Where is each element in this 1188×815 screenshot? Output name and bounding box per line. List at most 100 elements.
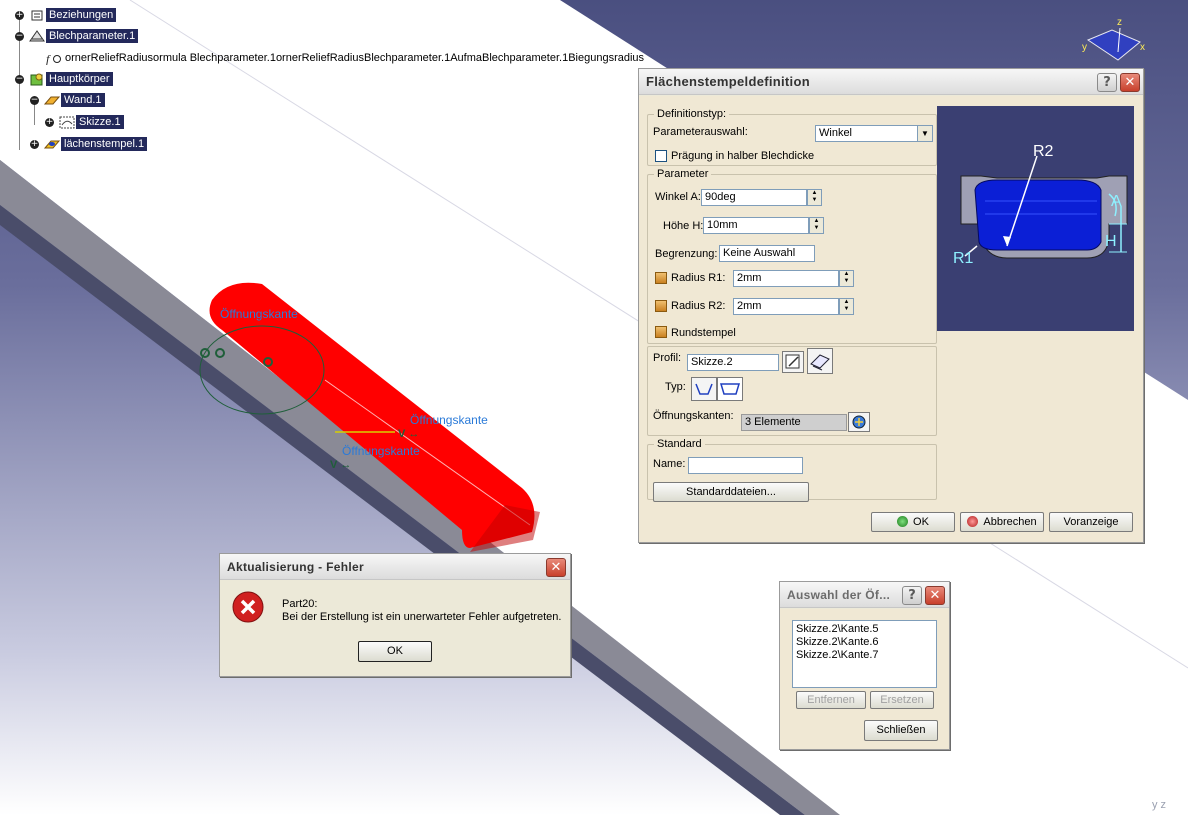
profile-input[interactable]: Skizze.2	[687, 354, 779, 371]
angle-label: Winkel A:	[655, 191, 701, 203]
edge-selection-dialog[interactable]: Auswahl der Öf... ? ✕ Skizze.2\Kante.5 S…	[779, 581, 950, 750]
type-closed-stamp-icon[interactable]	[717, 377, 743, 401]
tree-label[interactable]: Beziehungen	[46, 8, 117, 22]
open-edges-input[interactable]: 3 Elemente	[741, 414, 847, 431]
preview-label-h: H	[1105, 233, 1117, 250]
svg-text:x: x	[1140, 42, 1145, 53]
dialog-title[interactable]: Flächenstempeldefinition	[639, 69, 1143, 95]
r2-label: Radius R2:	[671, 300, 726, 312]
group-title: Parameter	[657, 168, 709, 180]
tree-item-formula[interactable]: f ornerReliefRadiusormula Blechparameter…	[45, 50, 647, 66]
expand-icon[interactable]: +	[30, 139, 39, 149]
sketch-icon	[59, 115, 75, 129]
angle-stepper[interactable]: ▲ ▼	[807, 189, 822, 206]
tree-label[interactable]: Blechparameter.1	[46, 29, 139, 43]
tree-item-sheetmetal-params[interactable]: − Blechparameter.1	[15, 28, 139, 44]
r1-input[interactable]: 2mm	[733, 270, 839, 287]
r2-checkbox[interactable]	[655, 300, 667, 312]
cancel-button[interactable]: Abbrechen	[960, 512, 1044, 532]
half-thickness-label: Prägung in halber Blechdicke	[671, 150, 815, 162]
r2-input[interactable]: 2mm	[733, 298, 839, 315]
list-item[interactable]: Skizze.2\Kante.7	[796, 649, 933, 662]
preview-button[interactable]: Voranzeige	[1049, 512, 1133, 532]
dialog-title[interactable]: Auswahl der Öf...	[780, 582, 949, 608]
height-stepper[interactable]: ▲ ▼	[809, 217, 824, 234]
collapse-icon[interactable]: −	[30, 95, 39, 105]
tree-item-partbody[interactable]: − Hauptkörper	[15, 71, 113, 87]
tree-label[interactable]: Skizze.1	[76, 115, 124, 129]
open-edges-label: Öffnungskanten:	[653, 410, 734, 422]
list-item[interactable]: Skizze.2\Kante.6	[796, 636, 933, 649]
chevron-down-icon[interactable]: ▼	[917, 125, 933, 142]
compass-icon[interactable]: z y x	[1082, 17, 1145, 61]
collapse-icon[interactable]: −	[15, 31, 24, 41]
param-select[interactable]: Winkel	[815, 125, 919, 142]
expand-icon[interactable]: +	[45, 117, 54, 127]
group-title: Standard	[657, 438, 702, 450]
tree-label[interactable]: Wand.1	[61, 93, 105, 107]
svg-text:f: f	[46, 52, 51, 65]
height-label: Höhe H:	[663, 220, 704, 232]
preview-label-a: A	[1111, 193, 1122, 210]
stamp-definition-dialog[interactable]: Flächenstempeldefinition ? ✕ Definitions…	[638, 68, 1144, 543]
dialog-body: Part20: Bei der Erstellung ist ein unerw…	[220, 581, 570, 676]
dialog-body: Definitionstyp: Parameterauswahl: Winkel…	[639, 96, 1143, 542]
close-button[interactable]: ✕	[925, 586, 945, 605]
round-stamp-checkbox[interactable]	[655, 326, 667, 338]
dialog-title[interactable]: Aktualisierung - Fehler	[220, 554, 570, 580]
list-item[interactable]: Skizze.2\Kante.5	[796, 623, 933, 636]
limit-label: Begrenzung:	[655, 248, 718, 260]
tree-label[interactable]: Hauptkörper	[46, 72, 113, 86]
tree-label[interactable]: ornerReliefRadiusormula Blechparameter.1…	[62, 51, 647, 65]
half-thickness-checkbox[interactable]	[655, 150, 667, 162]
ok-button[interactable]: OK	[871, 512, 955, 532]
annotation-opening-edge-3: Öffnungskante	[342, 444, 420, 458]
edit-sketch-icon[interactable]	[782, 351, 804, 373]
r2-stepper[interactable]: ▲ ▼	[839, 298, 854, 315]
type-open-stamp-icon[interactable]	[691, 377, 717, 401]
edge-selection-icon[interactable]	[848, 412, 870, 432]
tree-item-surface-stamp[interactable]: + lächenstempel.1	[30, 136, 148, 152]
round-stamp-label: Rundstempel	[671, 327, 736, 339]
remove-button[interactable]: Entfernen	[796, 691, 866, 709]
group-title: Definitionstyp:	[657, 108, 727, 120]
type-label: Typ:	[665, 381, 686, 393]
dialog-body: Skizze.2\Kante.5 Skizze.2\Kante.6 Skizze…	[780, 609, 949, 749]
cancel-icon	[967, 516, 979, 527]
angle-input[interactable]: 90deg	[701, 189, 807, 206]
close-dialog-button[interactable]: Schließen	[864, 720, 938, 741]
sheetmetal-params-icon	[29, 29, 45, 43]
help-button[interactable]: ?	[1097, 73, 1117, 92]
tree-item-sketch[interactable]: + Skizze.1	[45, 114, 124, 130]
edge-list[interactable]: Skizze.2\Kante.5 Skizze.2\Kante.6 Skizze…	[792, 620, 937, 688]
r1-checkbox[interactable]	[655, 272, 667, 284]
tree-item-relations[interactable]: + Beziehungen	[15, 7, 117, 23]
error-message: Bei der Erstellung ist ein unerwarteter …	[282, 611, 562, 623]
close-button[interactable]: ✕	[546, 558, 566, 577]
collapse-icon[interactable]: −	[15, 74, 24, 84]
expand-icon[interactable]: +	[15, 10, 24, 20]
close-button[interactable]: ✕	[1120, 73, 1140, 92]
tree-label[interactable]: lächenstempel.1	[61, 137, 148, 151]
r1-label: Radius R1:	[671, 272, 726, 284]
annotation-opening-edge-2: Öffnungskante	[410, 413, 488, 427]
preview-label-r2: R2	[1033, 143, 1054, 160]
sketcher-icon[interactable]	[807, 348, 833, 374]
error-source: Part20:	[282, 598, 318, 610]
name-input[interactable]	[688, 457, 803, 474]
preview-label-r1: R1	[953, 250, 974, 267]
ok-button[interactable]: OK	[358, 641, 432, 662]
limit-input[interactable]: Keine Auswahl	[719, 245, 815, 262]
annotation-opening-edge-1: Öffnungskante	[220, 307, 298, 321]
error-dialog[interactable]: Aktualisierung - Fehler ✕ Part20: Bei de…	[219, 553, 571, 677]
tree-item-wall[interactable]: − Wand.1	[30, 92, 105, 108]
replace-button[interactable]: Ersetzen	[870, 691, 934, 709]
height-input[interactable]: 10mm	[703, 217, 809, 234]
name-label: Name:	[653, 458, 686, 470]
wall-icon	[43, 93, 61, 107]
standard-files-button[interactable]: Standarddateien...	[653, 482, 809, 502]
partbody-icon	[29, 72, 45, 86]
r1-stepper[interactable]: ▲ ▼	[839, 270, 854, 287]
error-icon	[232, 591, 264, 623]
help-button[interactable]: ?	[902, 586, 922, 605]
